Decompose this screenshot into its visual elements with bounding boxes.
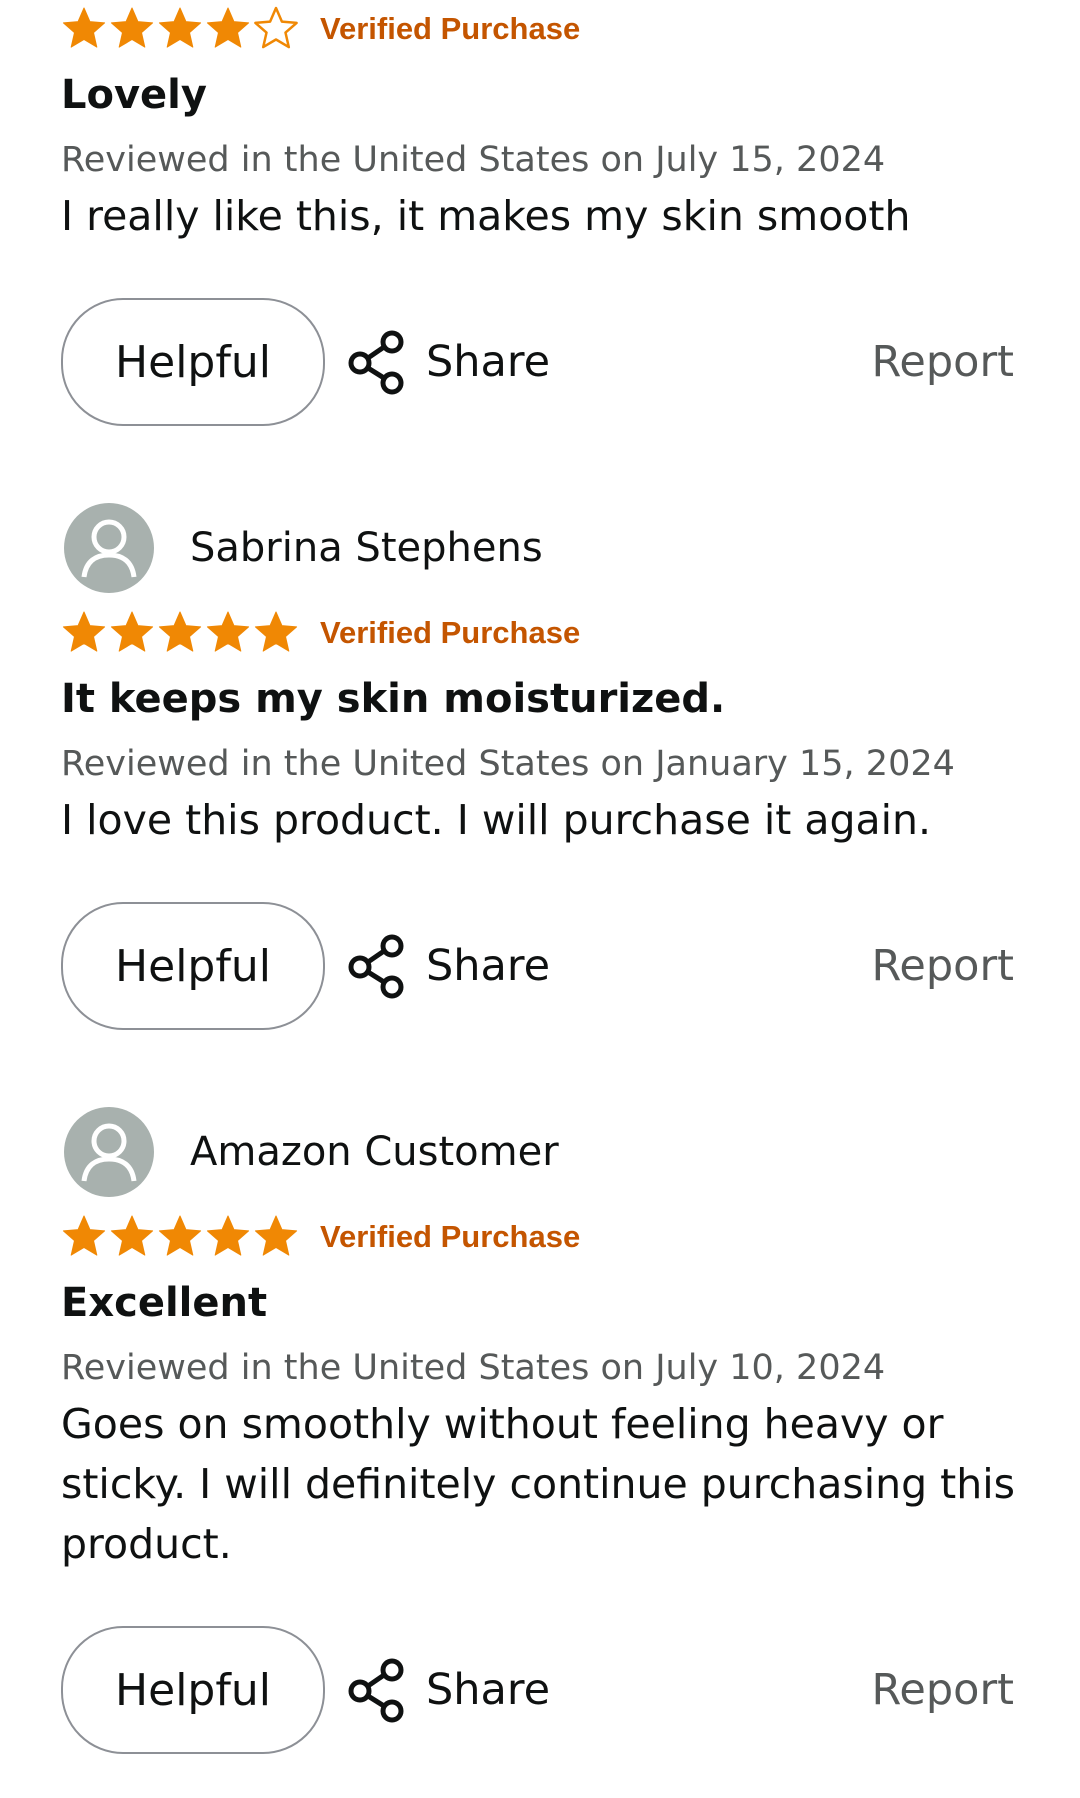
share-button[interactable]: Share (346, 298, 550, 426)
star-filled-icon (158, 7, 202, 48)
reviewer-profile[interactable]: Sabrina Stephens (64, 500, 543, 596)
share-button[interactable]: Share (346, 902, 550, 1030)
helpful-button[interactable]: Helpful (61, 902, 325, 1030)
share-button[interactable]: Share (346, 1626, 550, 1754)
user-icon (81, 519, 137, 578)
report-link[interactable]: Report (871, 902, 1014, 1030)
avatar (64, 503, 154, 593)
star-filled-icon (62, 611, 106, 652)
review-body: I really like this, it makes my skin smo… (61, 192, 911, 240)
star-filled-icon (110, 611, 154, 652)
helpful-button[interactable]: Helpful (61, 1626, 325, 1754)
review-title: It keeps my skin moisturized. (61, 676, 726, 722)
share-label: Share (426, 1665, 551, 1715)
share-icon (348, 1658, 404, 1723)
share-icon (348, 330, 404, 395)
reviewer-profile[interactable]: Amazon Customer (64, 1104, 559, 1200)
star-filled-icon (110, 7, 154, 48)
rating-row: Verified Purchase (60, 4, 580, 54)
report-link[interactable]: Report (871, 1626, 1014, 1754)
verified-purchase-badge: Verified Purchase (320, 615, 581, 650)
star-rating (60, 609, 300, 657)
review-date: Reviewed in the United States on July 15… (61, 140, 886, 180)
share-label: Share (426, 941, 551, 991)
avatar (64, 1107, 154, 1197)
helpful-button[interactable]: Helpful (61, 298, 325, 426)
user-icon (81, 1123, 137, 1182)
review-actions: Helpful Share Report (0, 902, 1080, 1030)
rating-row: Verified Purchase (60, 608, 580, 658)
star-filled-icon (206, 7, 250, 48)
star-filled-icon (62, 7, 106, 48)
reviewer-name: Sabrina Stephens (190, 525, 543, 571)
star-filled-icon (158, 611, 202, 652)
star-empty-icon (254, 6, 298, 49)
star-filled-icon (158, 1215, 202, 1256)
star-filled-icon (206, 1215, 250, 1256)
star-filled-icon (110, 1215, 154, 1256)
report-link[interactable]: Report (871, 298, 1014, 426)
review-body: Goes on smoothly without feeling heavy o… (61, 1400, 1015, 1568)
review-title: Lovely (61, 72, 207, 118)
star-rating (60, 5, 300, 53)
verified-purchase-badge: Verified Purchase (320, 1219, 581, 1254)
star-filled-icon (254, 1215, 298, 1256)
star-filled-icon (254, 611, 298, 652)
verified-purchase-badge: Verified Purchase (320, 11, 581, 46)
star-rating (60, 1213, 300, 1261)
review-body: I love this product. I will purchase it … (61, 796, 932, 844)
reviewer-name: Amazon Customer (190, 1129, 559, 1175)
star-filled-icon (62, 1215, 106, 1256)
share-icon (348, 934, 404, 999)
share-label: Share (426, 337, 551, 387)
review-date: Reviewed in the United States on July 10… (61, 1348, 886, 1388)
review-actions: Helpful Share Report (0, 1626, 1080, 1754)
review-date: Reviewed in the United States on January… (61, 744, 955, 784)
rating-row: Verified Purchase (60, 1212, 580, 1262)
star-filled-icon (206, 611, 250, 652)
review-title: Excellent (61, 1280, 268, 1326)
review-actions: Helpful Share Report (0, 298, 1080, 426)
